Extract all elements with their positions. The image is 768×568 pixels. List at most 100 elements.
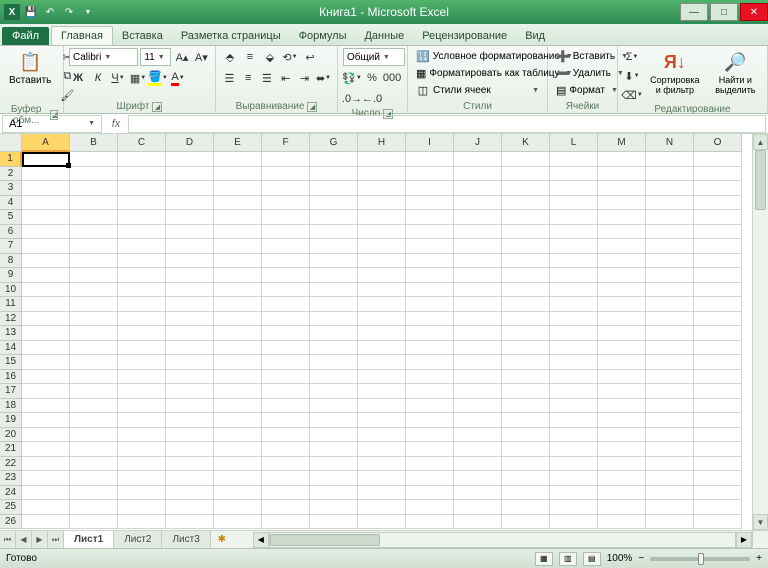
cell[interactable] (22, 239, 70, 254)
cell[interactable] (358, 355, 406, 370)
decrease-decimal-button[interactable]: ←.0 (363, 90, 381, 108)
cell[interactable] (310, 341, 358, 356)
cell[interactable] (646, 268, 694, 283)
column-header[interactable]: H (358, 134, 406, 152)
cell[interactable] (694, 152, 742, 167)
cell[interactable] (502, 442, 550, 457)
cell[interactable] (550, 500, 598, 515)
cell[interactable] (406, 370, 454, 385)
cell[interactable] (406, 428, 454, 443)
align-right-button[interactable]: ☰ (259, 69, 276, 87)
cell[interactable] (454, 370, 502, 385)
cell[interactable] (214, 399, 262, 414)
cell[interactable] (550, 283, 598, 298)
cell[interactable] (502, 239, 550, 254)
cell[interactable] (118, 326, 166, 341)
cell[interactable] (502, 152, 550, 167)
cell[interactable] (70, 457, 118, 472)
cell[interactable] (550, 312, 598, 327)
cell[interactable] (262, 515, 310, 530)
cell[interactable] (118, 355, 166, 370)
row-header[interactable]: 13 (0, 326, 22, 341)
cell[interactable] (646, 196, 694, 211)
cell[interactable] (214, 181, 262, 196)
undo-icon[interactable]: ↶ (42, 4, 58, 20)
cell[interactable] (70, 500, 118, 515)
formula-input[interactable] (128, 115, 766, 133)
cell[interactable] (598, 384, 646, 399)
cell[interactable] (502, 341, 550, 356)
cell[interactable] (454, 152, 502, 167)
column-header[interactable]: O (694, 134, 742, 152)
row-header[interactable]: 5 (0, 210, 22, 225)
cell[interactable] (166, 457, 214, 472)
cell[interactable] (646, 355, 694, 370)
cell[interactable] (310, 355, 358, 370)
cell[interactable] (22, 254, 70, 269)
cell[interactable] (166, 225, 214, 240)
cell[interactable] (406, 210, 454, 225)
cell[interactable] (502, 384, 550, 399)
align-bottom-button[interactable]: ⬙ (261, 48, 279, 66)
cell[interactable] (22, 500, 70, 515)
cell[interactable] (310, 515, 358, 530)
column-header[interactable]: M (598, 134, 646, 152)
cell[interactable] (310, 312, 358, 327)
cell[interactable] (502, 428, 550, 443)
row-header[interactable]: 16 (0, 370, 22, 385)
cell[interactable] (694, 500, 742, 515)
cell[interactable] (454, 254, 502, 269)
cell[interactable] (454, 486, 502, 501)
cell[interactable] (550, 152, 598, 167)
cell[interactable] (598, 370, 646, 385)
cell[interactable] (358, 152, 406, 167)
cell[interactable] (70, 428, 118, 443)
cell[interactable] (22, 428, 70, 443)
row-header[interactable]: 10 (0, 283, 22, 298)
cell[interactable] (70, 399, 118, 414)
cell[interactable] (358, 399, 406, 414)
cell[interactable] (598, 167, 646, 182)
comma-button[interactable]: 000 (383, 69, 401, 87)
select-all-corner[interactable] (0, 134, 22, 152)
cell[interactable] (166, 384, 214, 399)
row-header[interactable]: 23 (0, 471, 22, 486)
cell[interactable] (406, 500, 454, 515)
cell[interactable] (310, 486, 358, 501)
cell[interactable] (646, 181, 694, 196)
cell[interactable] (22, 442, 70, 457)
cell[interactable] (310, 283, 358, 298)
cell[interactable] (118, 268, 166, 283)
cell[interactable] (502, 210, 550, 225)
zoom-knob[interactable] (698, 553, 704, 565)
column-header[interactable]: K (502, 134, 550, 152)
row-header[interactable]: 9 (0, 268, 22, 283)
cell[interactable] (310, 152, 358, 167)
sheet-nav-first[interactable]: ⏮ (0, 531, 16, 548)
cell[interactable] (166, 239, 214, 254)
cell[interactable] (22, 471, 70, 486)
orientation-button[interactable]: ⟲▼ (281, 48, 299, 66)
cell[interactable] (358, 471, 406, 486)
zoom-level[interactable]: 100% (607, 553, 633, 564)
alignment-dialog-launcher[interactable]: ◢ (307, 102, 317, 112)
cell[interactable] (166, 210, 214, 225)
cell[interactable] (550, 196, 598, 211)
cell[interactable] (358, 442, 406, 457)
row-header[interactable]: 18 (0, 399, 22, 414)
cell[interactable] (646, 500, 694, 515)
format-cells-button[interactable]: ▤Формат▼ (553, 82, 612, 98)
cell[interactable] (598, 268, 646, 283)
tab-file[interactable]: Файл (2, 27, 49, 45)
cell[interactable] (358, 225, 406, 240)
hscroll-track[interactable] (269, 532, 736, 548)
vscroll-thumb[interactable] (755, 150, 766, 210)
cell[interactable] (118, 384, 166, 399)
cell[interactable] (358, 268, 406, 283)
cell[interactable] (406, 413, 454, 428)
cell[interactable] (550, 384, 598, 399)
cell[interactable] (214, 457, 262, 472)
tab-insert[interactable]: Вставка (113, 27, 172, 45)
column-header[interactable]: G (310, 134, 358, 152)
cell[interactable] (694, 312, 742, 327)
